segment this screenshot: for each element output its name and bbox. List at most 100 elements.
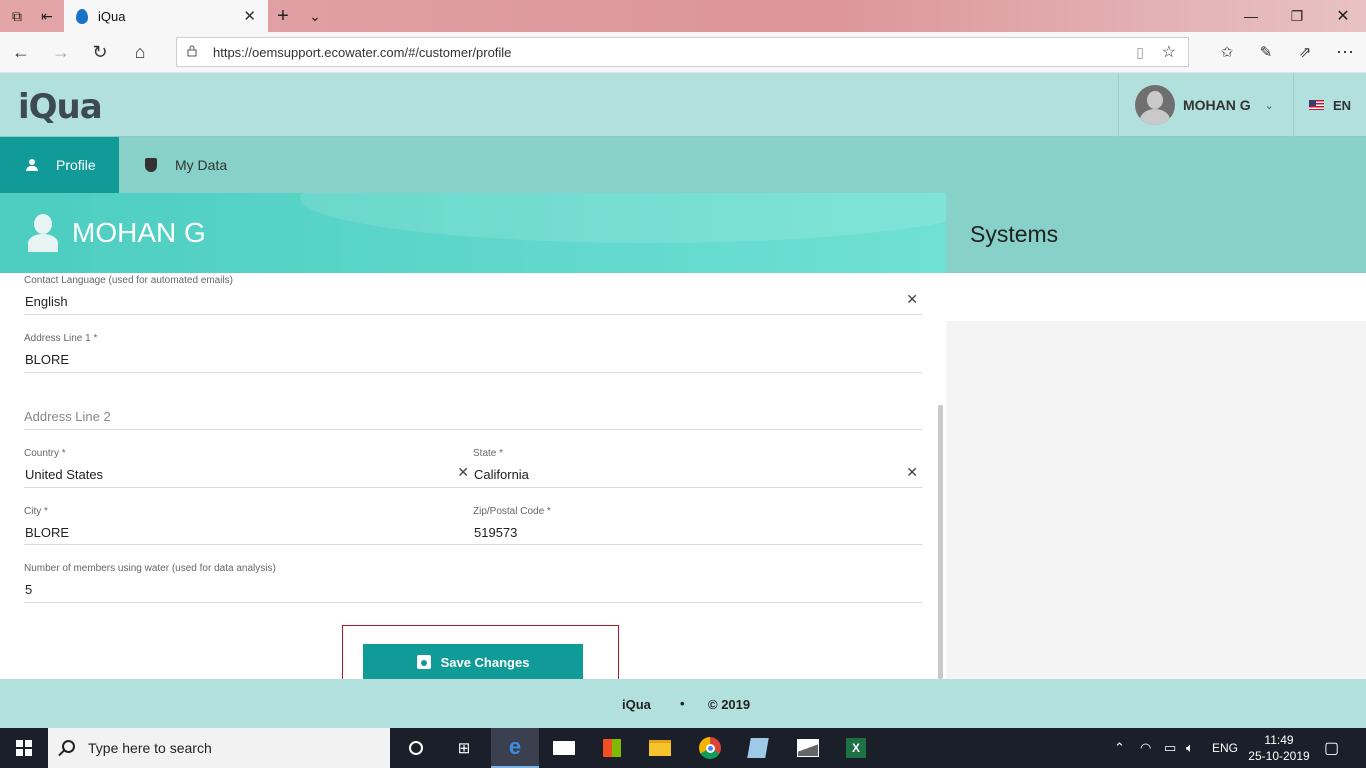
save-icon [416, 655, 431, 669]
city-field[interactable]: City * BLORE [24, 506, 473, 545]
clear-icon[interactable]: ✕ [906, 291, 918, 308]
save-changes-button[interactable]: Save Changes [363, 644, 583, 680]
zip-value: 519573 [474, 525, 518, 540]
profile-form: Contact Language (used for automated ema… [0, 273, 946, 679]
clock-time: 11:49 [1264, 733, 1294, 747]
zip-label: Zip/Postal Code * [473, 506, 551, 517]
action-center-icon[interactable]: ▢ [1324, 728, 1339, 768]
minimize-icon[interactable]: — [1228, 0, 1274, 32]
edge-browser-icon[interactable]: e [491, 728, 539, 768]
file-explorer-icon[interactable] [636, 728, 684, 768]
favorite-star-icon[interactable]: ☆ [1162, 42, 1176, 62]
members-label: Number of members using water (used for … [24, 563, 276, 574]
zip-field[interactable]: Zip/Postal Code * 519573 [473, 506, 922, 545]
profile-name: MOHAN G [72, 217, 206, 248]
address-line-2-placeholder: Address Line 2 [24, 409, 111, 424]
profile-avatar-icon [26, 214, 60, 252]
taskbar-clock[interactable]: 11:49 25-10-2019 [1246, 732, 1312, 764]
notes-app-icon[interactable] [734, 728, 782, 768]
country-field[interactable]: Country * United States ✕ [24, 448, 473, 488]
close-tab-icon[interactable]: ✕ [243, 7, 256, 25]
tab-actions-icon[interactable]: ⧉ [2, 0, 32, 32]
new-tab-icon[interactable]: + [268, 0, 298, 32]
tab-profile[interactable]: Profile [0, 137, 119, 193]
person-icon [26, 159, 38, 171]
more-menu-icon[interactable]: ⋯ [1326, 32, 1364, 72]
volume-icon[interactable]: 🔈︎ [1186, 728, 1194, 768]
input-language[interactable]: ENG [1212, 728, 1238, 768]
state-field[interactable]: State * California ✕ [473, 448, 922, 488]
photos-icon[interactable] [784, 728, 832, 768]
iqua-logo[interactable]: iQua [18, 87, 103, 127]
user-menu[interactable]: MOHAN G ⌄ [1118, 73, 1294, 137]
app-footer: iQua • © 2019 [0, 679, 1366, 728]
clear-icon[interactable]: ✕ [906, 464, 918, 481]
mail-icon[interactable] [540, 728, 588, 768]
contact-language-field[interactable]: Contact Language (used for automated ema… [24, 273, 922, 315]
country-label: Country * [24, 448, 66, 459]
systems-panel-body [946, 321, 1366, 679]
notes-pen-icon[interactable]: ✎ [1247, 32, 1285, 72]
browser-tab-title: iQua [98, 8, 126, 24]
home-icon[interactable]: ⌂ [121, 32, 159, 72]
user-name: MOHAN G [1183, 97, 1251, 113]
city-underline [24, 544, 473, 545]
tab-preview-chevron-icon[interactable]: ⌄ [300, 0, 330, 32]
systems-header: Systems [946, 193, 1366, 273]
address-line-1-label: Address Line 1 * [24, 333, 98, 344]
address-line-1-field[interactable]: Address Line 1 * BLORE [24, 333, 922, 373]
language-selector[interactable]: EN [1293, 73, 1366, 137]
footer-brand: iQua [622, 697, 651, 712]
chrome-icon[interactable] [686, 728, 734, 768]
city-value: BLORE [25, 525, 70, 540]
members-field[interactable]: Number of members using water (used for … [24, 563, 922, 603]
restore-icon[interactable]: ❐ [1274, 0, 1320, 32]
favorites-icon[interactable]: ✩ [1208, 32, 1246, 72]
clock-date: 25-10-2019 [1248, 749, 1310, 763]
back-icon[interactable]: ← [2, 32, 40, 72]
battery-icon[interactable]: ▭ [1164, 728, 1176, 768]
forward-icon[interactable]: → [42, 32, 80, 72]
cortana-icon[interactable] [392, 728, 440, 768]
clear-icon[interactable]: ✕ [457, 464, 469, 481]
share-icon[interactable]: ⇗ [1286, 32, 1324, 72]
set-aside-tabs-icon[interactable]: ⇤ [32, 0, 62, 32]
start-button[interactable] [0, 728, 48, 768]
tab-my-data[interactable]: My Data [119, 137, 259, 193]
address-line-1-value: BLORE [25, 352, 70, 367]
url-text: https://oemsupport.ecowater.com/#/custom… [213, 44, 512, 60]
excel-icon[interactable]: X [832, 728, 880, 768]
state-label: State * [473, 448, 504, 459]
form-scrollbar[interactable] [938, 405, 943, 679]
systems-title: Systems [970, 221, 1059, 247]
store-icon[interactable] [588, 728, 636, 768]
address-line-2-field[interactable]: Address Line 2 [24, 391, 922, 430]
chevron-down-icon: ⌄ [1264, 99, 1274, 112]
browser-tab[interactable]: iQua ✕ [64, 0, 268, 32]
app-header: iQua MOHAN G ⌄ EN [0, 73, 1366, 137]
systems-list-area [946, 273, 1366, 321]
show-hidden-icons-icon[interactable]: ⌃ [1114, 728, 1125, 768]
windows-logo-icon [16, 740, 32, 756]
shield-icon [145, 158, 157, 172]
close-window-icon[interactable]: ✕ [1320, 0, 1366, 32]
taskbar-search[interactable]: Type here to search [48, 728, 390, 768]
save-changes-label: Save Changes [440, 654, 530, 670]
contact-language-label: Contact Language (used for automated ema… [24, 275, 234, 286]
footer-separator: • [680, 696, 685, 711]
country-underline [24, 487, 473, 488]
nav-tabs: Profile My Data [0, 137, 1366, 193]
task-view-icon[interactable]: ⊞ [440, 728, 488, 768]
reading-view-icon[interactable]: ▯ [1136, 44, 1144, 61]
banner-wave-decoration [300, 193, 946, 243]
tab-profile-label: Profile [56, 157, 96, 173]
url-field[interactable]: https://oemsupport.ecowater.com/#/custom… [176, 37, 1189, 67]
taskbar-search-placeholder: Type here to search [88, 740, 212, 756]
network-icon[interactable]: ◠ [1140, 728, 1151, 768]
members-value: 5 [25, 582, 33, 597]
contact-language-value: English [25, 294, 68, 309]
iqua-favicon-icon [76, 8, 88, 24]
refresh-icon[interactable]: ↻ [81, 32, 119, 72]
search-icon [62, 740, 75, 753]
browser-address-bar: ← → ↻ ⌂ https://oemsupport.ecowater.com/… [0, 32, 1366, 73]
